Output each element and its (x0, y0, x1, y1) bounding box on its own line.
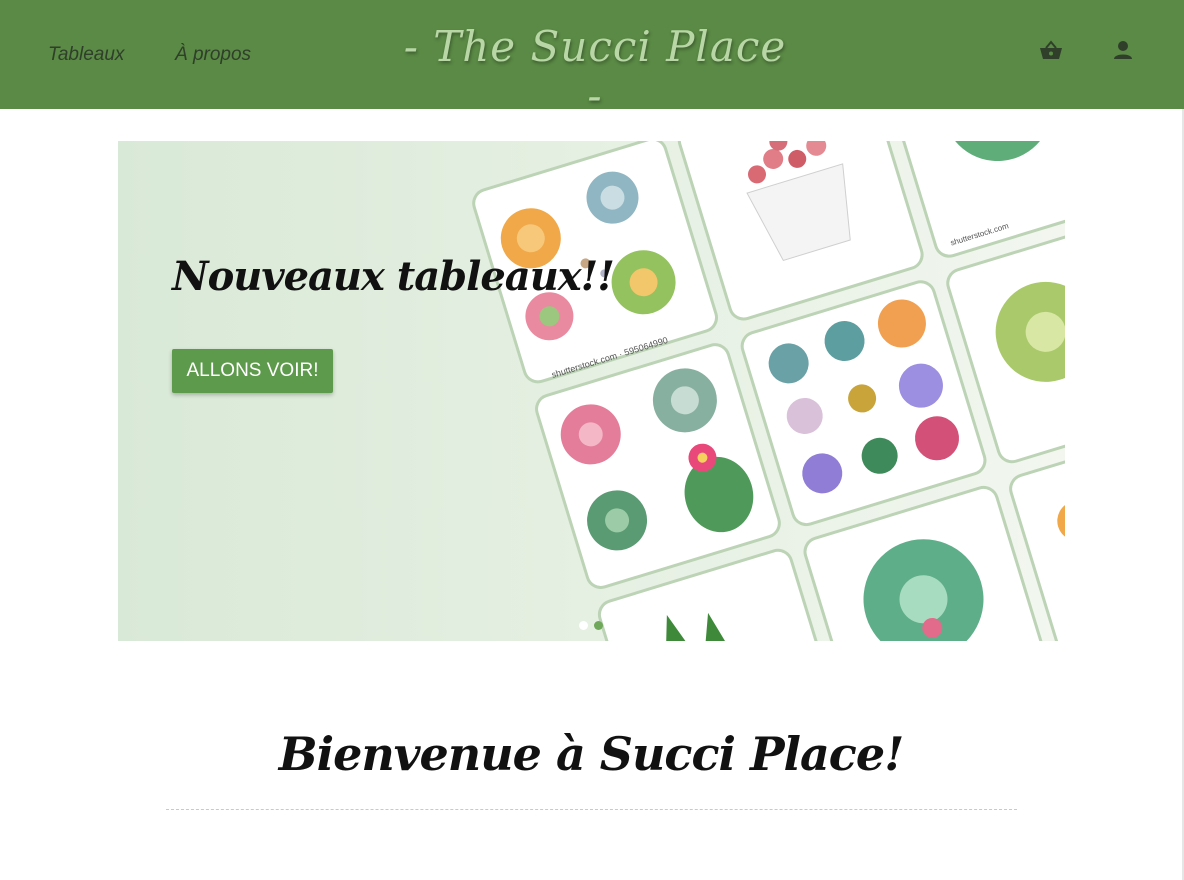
carousel-dot-2[interactable] (594, 621, 603, 630)
hero-carousel: shutterstock.com · 595064990 shutterstoc… (118, 141, 1065, 641)
nav-link-tableaux[interactable]: Tableaux (48, 44, 124, 66)
allons-voir-button[interactable]: ALLONS VOIR! (172, 349, 333, 393)
welcome-heading: Bienvenue à Succi Place! (278, 727, 905, 781)
top-navigation-bar: Tableaux À propos - The Succi Place - (0, 0, 1184, 120)
basket-icon[interactable] (1038, 38, 1064, 64)
site-logo[interactable]: - The Succi Place - (400, 22, 790, 120)
nav-link-a-propos[interactable]: À propos (175, 44, 251, 66)
user-icon[interactable] (1110, 38, 1136, 64)
section-divider (166, 809, 1017, 810)
hero-title: Nouveaux tableaux!! (172, 253, 615, 300)
carousel-dot-1[interactable] (579, 621, 588, 630)
